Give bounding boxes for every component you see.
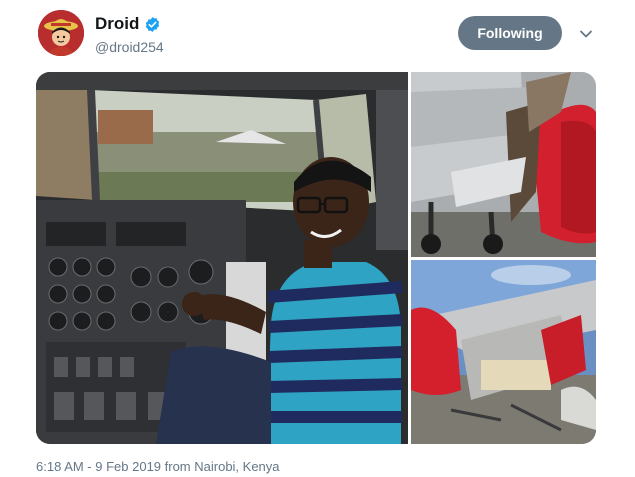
avatar[interactable] — [38, 10, 84, 56]
engine-damage-image — [411, 72, 596, 257]
collision-wreckage-image — [411, 260, 596, 444]
verified-badge-icon — [146, 16, 160, 32]
media-grid — [36, 72, 596, 444]
display-name[interactable]: Droid — [95, 14, 139, 34]
name-row: Droid — [95, 14, 161, 34]
user-handle[interactable]: @droid254 — [95, 39, 164, 55]
cockpit-image — [36, 72, 408, 444]
photo-collision-wreckage[interactable] — [411, 260, 596, 444]
straw-hat-avatar-icon — [38, 10, 84, 56]
following-button[interactable]: Following — [458, 16, 562, 50]
photo-engine-damage[interactable] — [411, 72, 596, 257]
tweet-timestamp[interactable]: 6:18 AM - 9 Feb 2019 from Nairobi, Kenya — [36, 459, 280, 474]
photo-cockpit[interactable] — [36, 72, 408, 444]
chevron-down-icon[interactable] — [578, 26, 594, 42]
